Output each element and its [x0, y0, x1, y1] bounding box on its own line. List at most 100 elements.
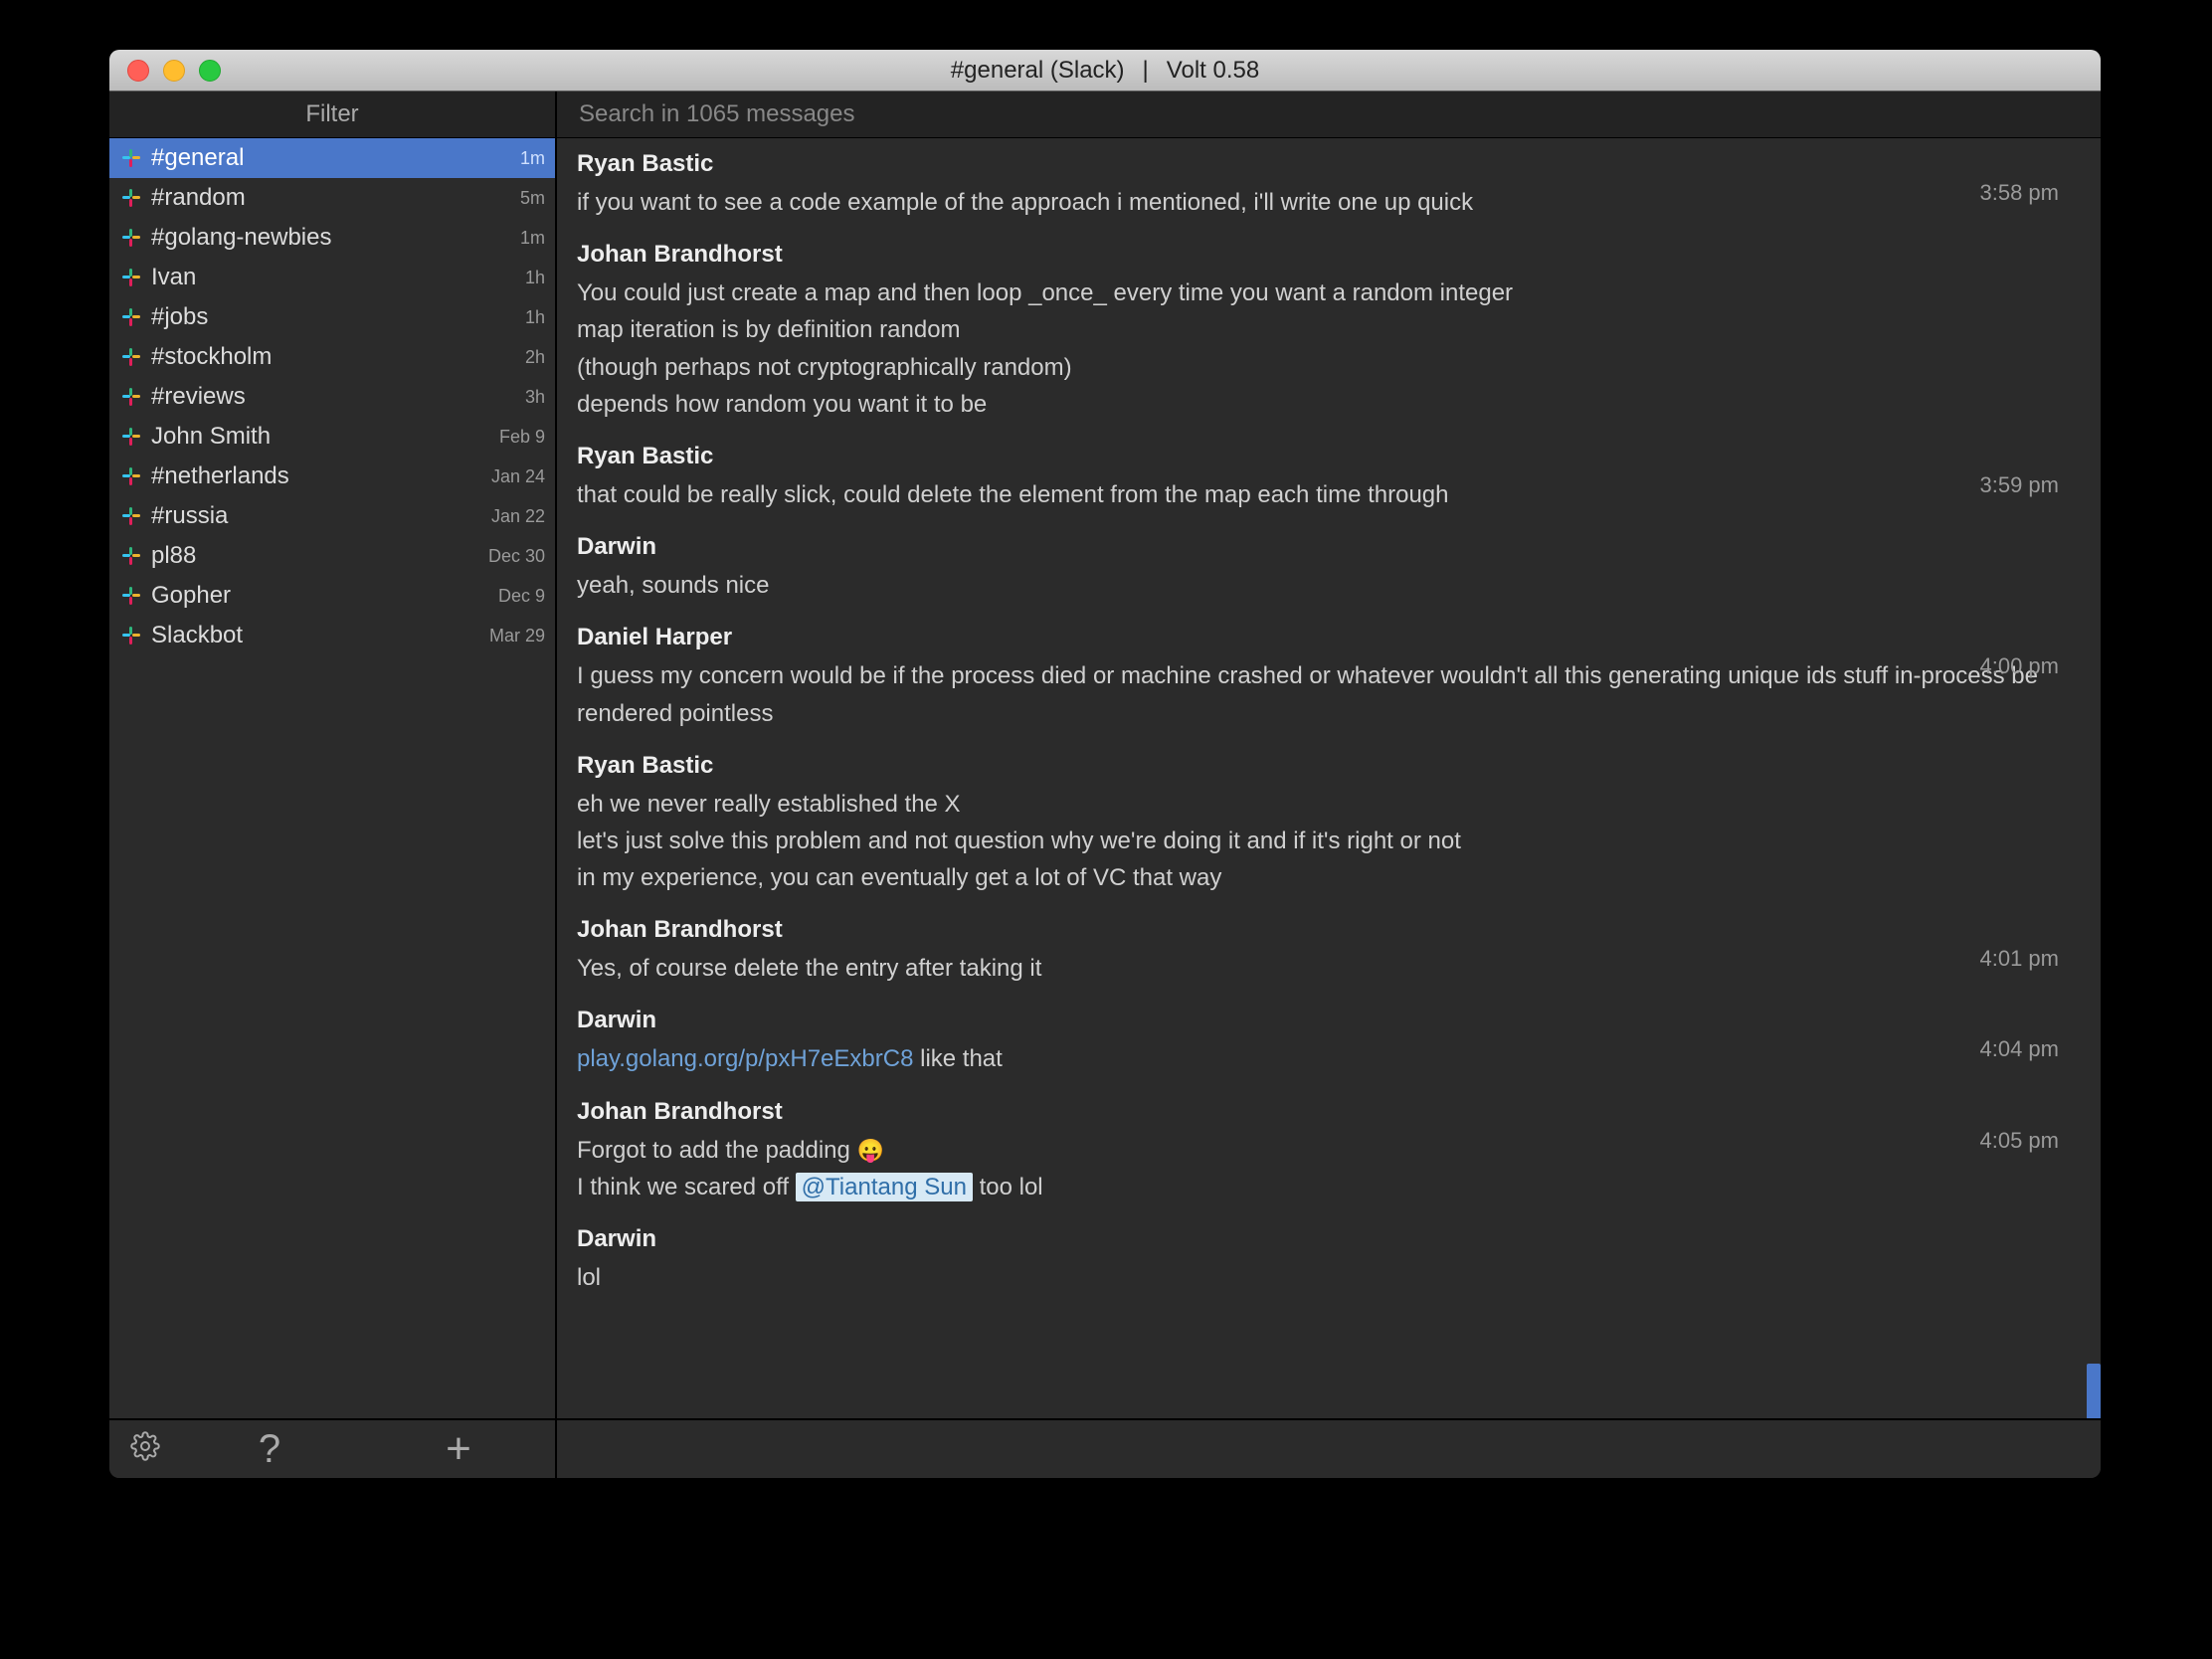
message-block: Darwin4:04 pmplay.golang.org/p/pxH7eExbr… — [577, 1007, 2081, 1077]
message-block: Ryan Bastic3:59 pmthat could be really s… — [577, 443, 2081, 513]
sidebar-item-time: Dec 9 — [498, 586, 545, 607]
slack-icon — [119, 504, 143, 528]
message-line: let's just solve this problem and not qu… — [577, 823, 2081, 859]
sidebar-item-label: #jobs — [151, 303, 525, 331]
sidebar-item-label: John Smith — [151, 423, 499, 451]
sidebar-item[interactable]: #random5m — [109, 178, 555, 218]
messages-pane[interactable]: Ryan Bastic3:58 pmif you want to see a c… — [557, 138, 2101, 1418]
title-app: Volt 0.58 — [1167, 57, 1259, 85]
message-block: Darwinlol — [577, 1225, 2081, 1296]
search-input[interactable]: Search in 1065 messages — [557, 92, 2101, 137]
sidebar-item[interactable]: SlackbotMar 29 — [109, 616, 555, 655]
message-line: in my experience, you can eventually get… — [577, 859, 2081, 896]
message-line: (though perhaps not cryptographically ra… — [577, 349, 2081, 386]
sidebar-item-time: 1h — [525, 268, 545, 288]
add-button[interactable]: + — [364, 1424, 553, 1474]
message-line: I guess my concern would be if the proce… — [577, 657, 2081, 731]
titlebar: #general (Slack) | Volt 0.58 — [109, 50, 2101, 92]
help-icon: ? — [259, 1427, 280, 1472]
gear-icon — [130, 1428, 160, 1470]
message-block: Johan Brandhorst4:01 pmYes, of course de… — [577, 916, 2081, 987]
slack-icon — [119, 425, 143, 449]
sidebar-item-time: Dec 30 — [488, 546, 545, 567]
sidebar-item[interactable]: #reviews3h — [109, 377, 555, 417]
sidebar-item-label: Gopher — [151, 582, 498, 610]
app-window: #general (Slack) | Volt 0.58 Filter Sear… — [109, 50, 2101, 1478]
message-author: Johan Brandhorst — [577, 241, 2081, 269]
sidebar-item-label: #reviews — [151, 383, 525, 411]
sidebar-item-time: 2h — [525, 347, 545, 368]
message-link[interactable]: play.golang.org/p/pxH7eExbrC8 — [577, 1045, 913, 1072]
settings-button[interactable] — [115, 1428, 175, 1470]
body: #general1m#random5m#golang-newbies1mIvan… — [109, 138, 2101, 1418]
title-separator: | — [1143, 57, 1149, 85]
sidebar-item[interactable]: #jobs1h — [109, 297, 555, 337]
message-author: Ryan Bastic — [577, 443, 2081, 470]
plus-icon: + — [446, 1424, 471, 1474]
filter-label: Filter — [305, 100, 358, 128]
sidebar-item-label: #random — [151, 184, 520, 212]
message-time: 3:58 pm — [1980, 180, 2060, 206]
scrollbar-thumb[interactable] — [2087, 1364, 2101, 1418]
message-time: 4:00 pm — [1980, 653, 2060, 679]
message-author: Darwin — [577, 533, 2081, 561]
sidebar-item[interactable]: Ivan1h — [109, 258, 555, 297]
sidebar-item[interactable]: pl88Dec 30 — [109, 536, 555, 576]
message-block: Ryan Basticeh we never really establishe… — [577, 752, 2081, 897]
message-author: Ryan Bastic — [577, 150, 2081, 178]
message-line: eh we never really established the X — [577, 786, 2081, 823]
message-line: You could just create a map and then loo… — [577, 275, 2081, 311]
message-line: Yes, of course delete the entry after ta… — [577, 950, 2081, 987]
slack-icon — [119, 305, 143, 329]
message-block: Daniel Harper4:00 pmI guess my concern w… — [577, 624, 2081, 731]
sidebar-item[interactable]: #general1m — [109, 138, 555, 178]
message-line: depends how random you want it to be — [577, 386, 2081, 423]
sidebar-item-time: 5m — [520, 188, 545, 209]
help-button[interactable]: ? — [175, 1427, 364, 1472]
message-author: Darwin — [577, 1007, 2081, 1034]
toolbar: Filter Search in 1065 messages — [109, 92, 2101, 138]
sidebar-item[interactable]: #golang-newbies1m — [109, 218, 555, 258]
filter-input[interactable]: Filter — [109, 92, 557, 137]
sidebar-item[interactable]: John SmithFeb 9 — [109, 417, 555, 457]
mention[interactable]: @Tiantang Sun — [796, 1173, 973, 1201]
message-line: if you want to see a code example of the… — [577, 184, 2081, 221]
sidebar-item-label: #stockholm — [151, 343, 525, 371]
window-title: #general (Slack) | Volt 0.58 — [109, 57, 2101, 85]
sidebar-item[interactable]: #stockholm2h — [109, 337, 555, 377]
sidebar-item-time: Mar 29 — [489, 626, 545, 646]
message-line: that could be really slick, could delete… — [577, 476, 2081, 513]
sidebar-item[interactable]: #netherlandsJan 24 — [109, 457, 555, 496]
sidebar-item-time: Jan 22 — [491, 506, 545, 527]
sidebar-item[interactable]: #russiaJan 22 — [109, 496, 555, 536]
message-line: I think we scared off @Tiantang Sun too … — [577, 1169, 2081, 1205]
message-time: 4:05 pm — [1980, 1128, 2060, 1154]
message-line: map iteration is by definition random — [577, 311, 2081, 348]
slack-icon — [119, 624, 143, 647]
title-channel: #general (Slack) — [951, 57, 1125, 85]
sidebar-item-label: #golang-newbies — [151, 224, 520, 252]
slack-icon — [119, 464, 143, 488]
message-time: 4:04 pm — [1980, 1036, 2060, 1062]
sidebar-item-time: 1m — [520, 148, 545, 169]
slack-icon — [119, 226, 143, 250]
footer-left: ? + — [109, 1420, 557, 1478]
message-line: play.golang.org/p/pxH7eExbrC8 like that — [577, 1040, 2081, 1077]
sidebar-item-label: #russia — [151, 502, 491, 530]
slack-icon — [119, 266, 143, 289]
sidebar-item-label: #netherlands — [151, 462, 491, 490]
sidebar-item[interactable]: GopherDec 9 — [109, 576, 555, 616]
footer: ? + — [109, 1418, 2101, 1478]
message-line: Forgot to add the padding 😛 — [577, 1132, 2081, 1169]
slack-icon — [119, 345, 143, 369]
slack-icon — [119, 584, 143, 608]
sidebar-item-label: #general — [151, 144, 520, 172]
slack-icon — [119, 186, 143, 210]
sidebar-item-time: 1m — [520, 228, 545, 249]
message-author: Darwin — [577, 1225, 2081, 1253]
sidebar-item-label: Slackbot — [151, 622, 489, 649]
sidebar-item-time: Feb 9 — [499, 427, 545, 448]
slack-icon — [119, 385, 143, 409]
message-block: Johan Brandhorst You could just create a … — [577, 241, 2081, 423]
sidebar-item-label: pl88 — [151, 542, 488, 570]
